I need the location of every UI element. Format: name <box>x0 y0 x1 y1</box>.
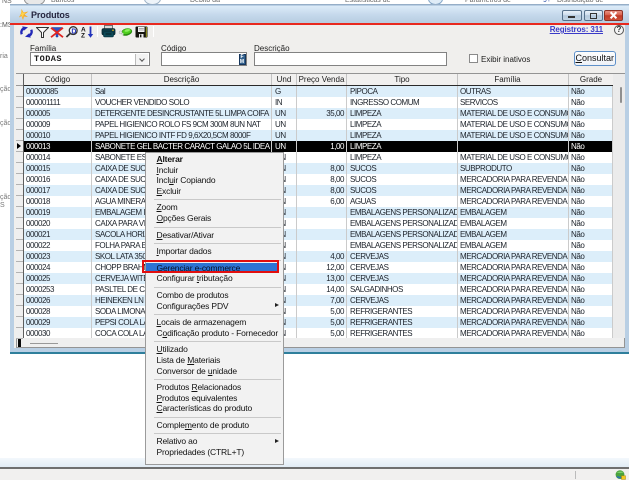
svg-text:Z: Z <box>81 32 85 37</box>
svg-text:D: D <box>71 28 76 35</box>
